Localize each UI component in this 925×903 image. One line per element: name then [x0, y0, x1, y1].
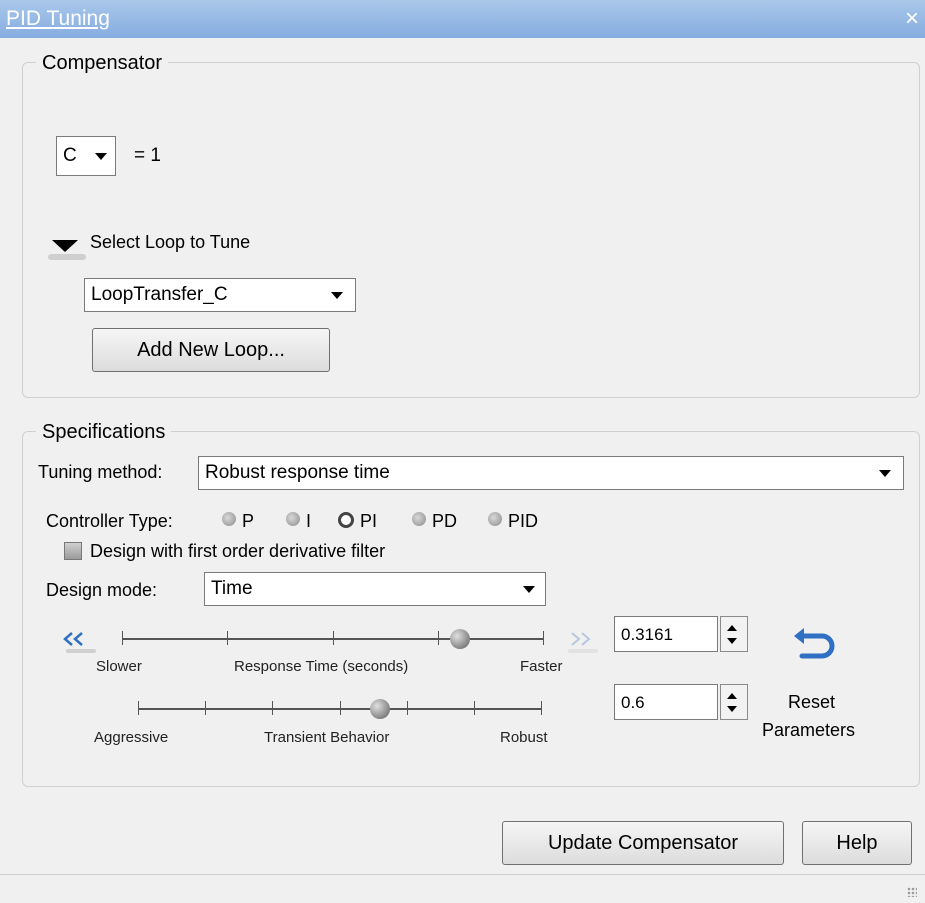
transient-behavior-spinner[interactable]	[720, 684, 748, 720]
double-chevron-right-icon[interactable]	[566, 622, 606, 656]
transient-tick	[541, 701, 542, 715]
compensator-equation: = 1	[134, 145, 161, 166]
help-button[interactable]: Help	[802, 821, 912, 865]
radio-p[interactable]	[222, 512, 236, 526]
chevron-down-icon	[95, 153, 107, 160]
tuning-method-select[interactable]: Robust response time	[198, 456, 904, 490]
close-icon[interactable]: ×	[905, 0, 919, 38]
transient-tick	[272, 701, 273, 715]
response-tick	[438, 631, 439, 645]
derivative-filter-label: Design with first order derivative filte…	[90, 541, 386, 561]
select-loop-label: Select Loop to Tune	[90, 232, 251, 252]
loop-select[interactable]: LoopTransfer_C	[84, 278, 356, 312]
design-mode-value: Time	[211, 578, 253, 599]
transient-aggressive-label: Aggressive	[94, 729, 169, 746]
response-time-value: 0.3161	[621, 625, 673, 644]
spin-up-icon[interactable]	[727, 693, 737, 699]
response-time-spinner[interactable]	[720, 616, 748, 652]
status-bar-divider	[0, 874, 925, 875]
radio-pd[interactable]	[412, 512, 426, 526]
transient-center-label: Transient Behavior	[264, 729, 390, 746]
transient-tick	[138, 701, 139, 715]
controller-type-label: Controller Type:	[46, 511, 173, 531]
radio-i[interactable]	[286, 512, 300, 526]
derivative-filter-checkbox[interactable]	[64, 542, 82, 560]
response-tick	[122, 631, 123, 645]
reset-label-line1[interactable]: Reset	[788, 692, 835, 713]
loop-select-value: LoopTransfer_C	[91, 284, 228, 305]
transient-tick	[205, 701, 206, 715]
transient-tick	[474, 701, 475, 715]
double-chevron-left-icon[interactable]	[62, 622, 102, 656]
response-tick	[333, 631, 334, 645]
chevron-down-icon	[331, 292, 343, 299]
compensator-selector-value: C	[63, 145, 77, 166]
chevron-down-icon	[879, 470, 891, 477]
chevron-down-icon	[523, 586, 535, 593]
compensator-group-label: Compensator	[36, 52, 169, 75]
spin-down-icon[interactable]	[727, 638, 737, 644]
response-time-input[interactable]: 0.3161	[614, 616, 718, 652]
response-time-slider-handle[interactable]	[449, 629, 470, 649]
response-center-label: Response Time (seconds)	[234, 658, 409, 675]
resize-grip-icon[interactable]	[907, 887, 917, 897]
radio-pd-label: PD	[432, 511, 458, 531]
response-faster-label: Faster	[520, 658, 563, 675]
response-tick	[227, 631, 228, 645]
spin-up-icon[interactable]	[727, 625, 737, 631]
radio-pi-label: PI	[360, 511, 378, 531]
tuning-method-value: Robust response time	[205, 462, 390, 483]
response-tick	[543, 631, 544, 645]
reset-label-line2[interactable]: Parameters	[762, 720, 855, 741]
add-new-loop-button[interactable]: Add New Loop...	[92, 328, 330, 372]
radio-pid[interactable]	[488, 512, 502, 526]
radio-p-label: P	[242, 511, 255, 531]
specifications-group-label: Specifications	[36, 421, 172, 444]
response-slower-label: Slower	[96, 658, 142, 675]
transient-robust-label: Robust	[500, 729, 548, 746]
design-mode-select[interactable]: Time	[204, 572, 546, 606]
transient-behavior-value: 0.6	[621, 693, 645, 712]
reset-arrow-icon[interactable]	[788, 624, 838, 666]
radio-i-label: I	[306, 511, 312, 531]
collapse-shadow	[48, 254, 86, 260]
transient-tick	[340, 701, 341, 715]
window-title: PID Tuning	[6, 7, 110, 30]
transient-behavior-input[interactable]: 0.6	[614, 684, 718, 720]
update-compensator-button[interactable]: Update Compensator	[502, 821, 784, 865]
radio-pid-label: PID	[508, 511, 539, 531]
radio-pi[interactable]	[338, 512, 354, 528]
title-bar: PID Tuning ×	[0, 0, 925, 38]
spin-down-icon[interactable]	[727, 706, 737, 712]
design-mode-label: Design mode:	[46, 580, 158, 600]
transient-tick	[407, 701, 408, 715]
tuning-method-label: Tuning method:	[38, 462, 163, 482]
compensator-selector[interactable]: C	[56, 136, 116, 176]
collapse-triangle-icon[interactable]	[52, 240, 78, 252]
